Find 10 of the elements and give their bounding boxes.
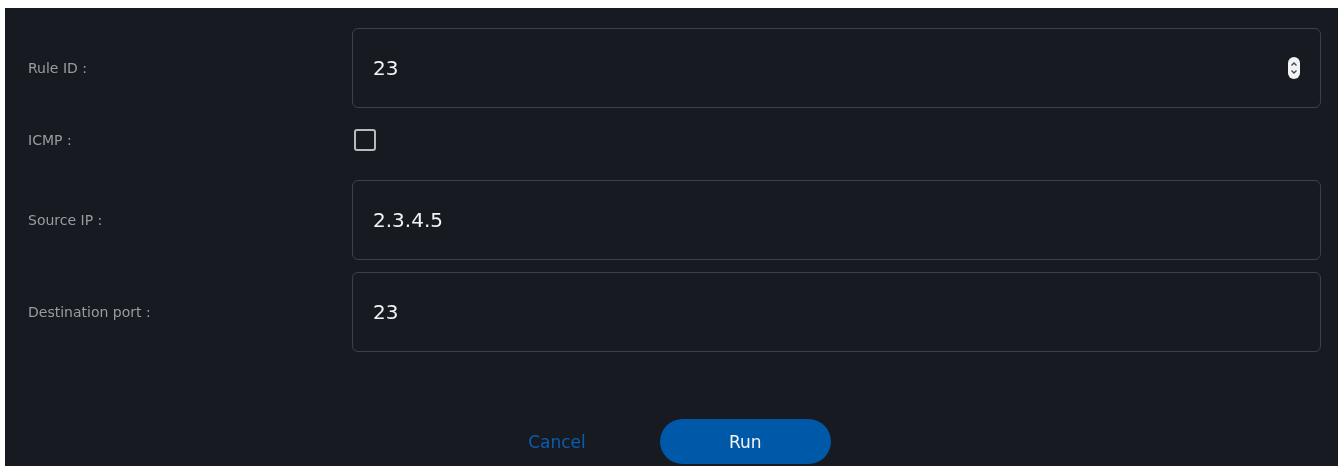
- field-label: Rule ID :: [28, 60, 88, 76]
- run-button[interactable]: Run: [659, 419, 831, 464]
- field-label: Source IP :: [28, 212, 104, 228]
- number-field[interactable]: 23: [352, 28, 1321, 108]
- checkbox[interactable]: [354, 129, 376, 151]
- field-label: ICMP :: [28, 132, 73, 148]
- field-label: Destination port :: [28, 304, 152, 320]
- input-field[interactable]: 2.3.4.5: [352, 180, 1321, 260]
- spinner-icon[interactable]: [1288, 57, 1300, 79]
- input-field[interactable]: 23: [352, 272, 1321, 352]
